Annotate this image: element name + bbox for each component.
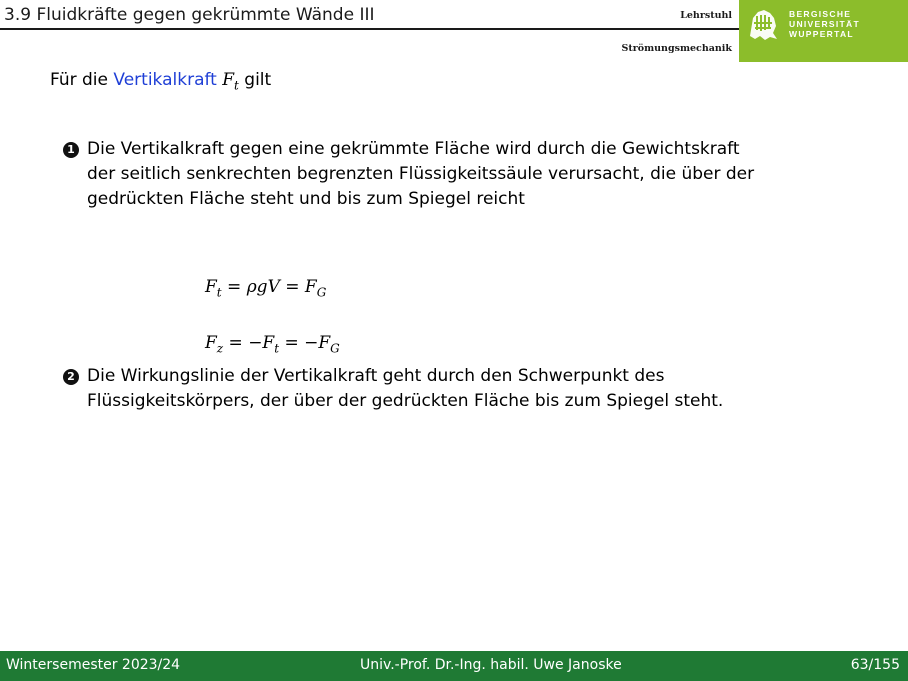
logo-line-3: WUPPERTAL bbox=[789, 29, 854, 39]
list-item: 2 Die Wirkungslinie der Vertikalkraft ge… bbox=[63, 364, 763, 414]
intro-suffix: gilt bbox=[244, 70, 272, 90]
item-text: Die Wirkungslinie der Vertikalkraft geht… bbox=[87, 366, 724, 411]
logo-line-1: BERGISCHE bbox=[789, 9, 852, 19]
intro-term: Vertikalkraft bbox=[113, 70, 217, 90]
university-name: BERGISCHE UNIVERSITÄT WUPPERTAL bbox=[789, 9, 860, 39]
logo-line-2: UNIVERSITÄT bbox=[789, 19, 860, 29]
item-text: Die Vertikalkraft gegen eine gekrümmte F… bbox=[87, 139, 755, 209]
title-underline bbox=[0, 28, 740, 30]
list-item: 1 Die Vertikalkraft gegen eine gekrümmte… bbox=[63, 137, 763, 212]
chair-label-top: Lehrstuhl bbox=[680, 10, 732, 21]
item-number-badge: 1 bbox=[63, 142, 79, 158]
university-logo: BERGISCHE UNIVERSITÄT WUPPERTAL bbox=[739, 0, 908, 62]
equation-z-force: Fz = −Ft = −FG bbox=[205, 333, 340, 356]
intro-line: Für die Vertikalkraft Ft gilt bbox=[50, 70, 271, 92]
footer-semester: Wintersemester 2023/24 bbox=[6, 657, 181, 673]
item-number-badge: 2 bbox=[63, 369, 79, 385]
intro-variable: Ft bbox=[222, 70, 239, 93]
footer-author: Univ.-Prof. Dr.-Ing. habil. Uwe Janoske bbox=[360, 657, 622, 673]
slide-header: 3.9 Fluidkräfte gegen gekrümmte Wände II… bbox=[0, 0, 908, 62]
equation-vertical-force: Ft = ρgV = FG bbox=[205, 277, 327, 300]
slide-footer: Wintersemester 2023/24 Univ.-Prof. Dr.-I… bbox=[0, 651, 908, 681]
footer-page-number: 63/155 bbox=[850, 657, 900, 673]
chair-label-bottom: Strömungsmechanik bbox=[621, 43, 733, 54]
intro-prefix: Für die bbox=[50, 70, 108, 90]
slide-title: 3.9 Fluidkräfte gegen gekrümmte Wände II… bbox=[4, 5, 375, 25]
university-lion-emblem-icon bbox=[750, 10, 777, 40]
